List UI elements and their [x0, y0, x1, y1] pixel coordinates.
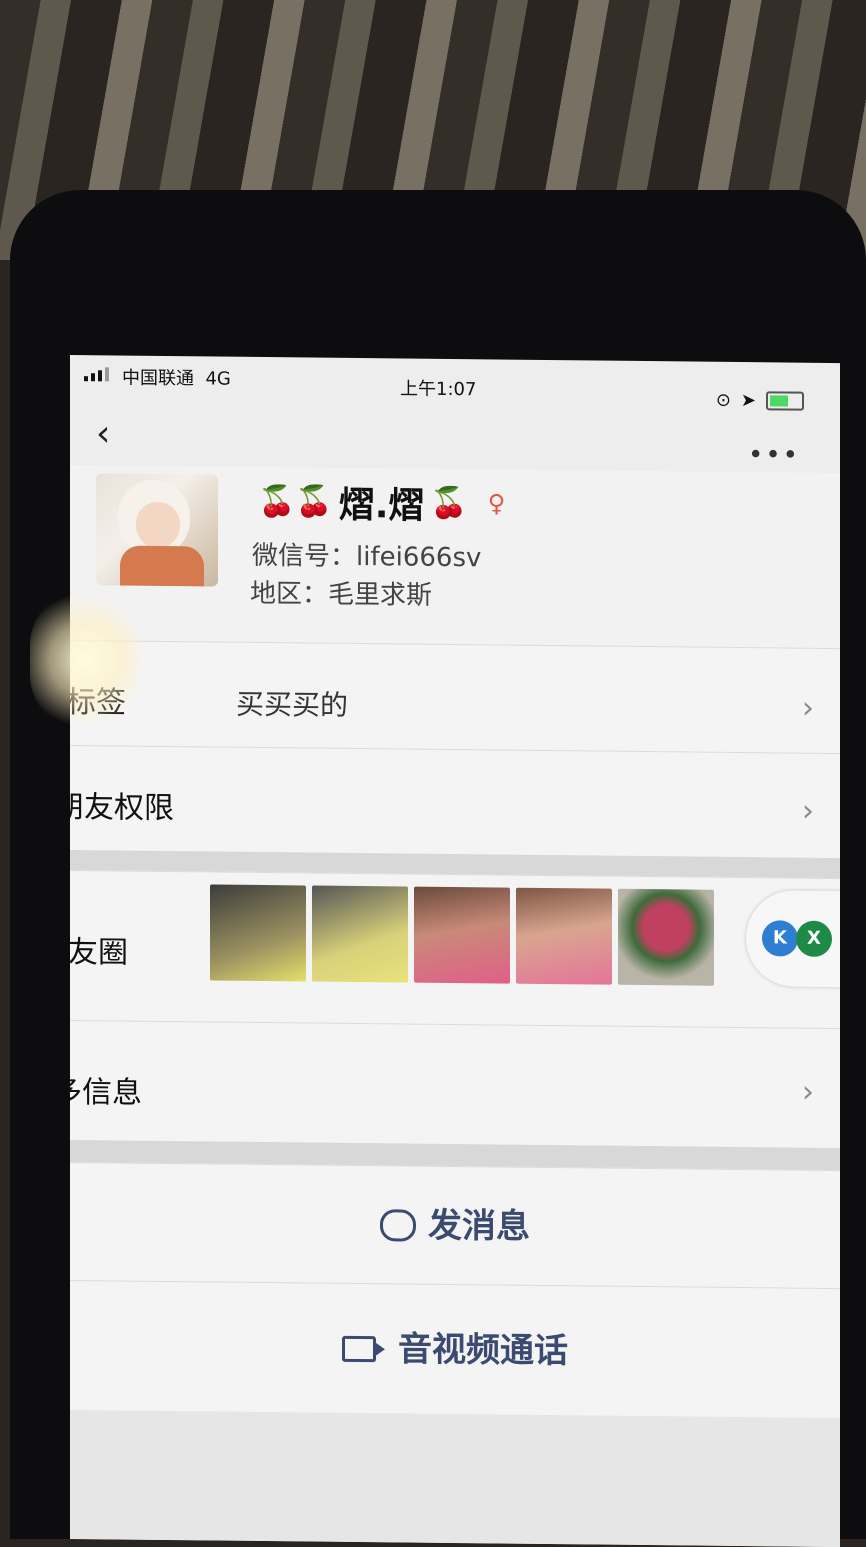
battery-icon — [766, 391, 804, 411]
status-icons: ⊙ ➤ — [716, 390, 804, 412]
more-info-row[interactable]: 更多信息 › — [70, 1020, 840, 1150]
light-glare — [30, 590, 140, 730]
rotation-lock-icon: ⊙ — [715, 389, 731, 411]
permissions-label: 朋友权限 — [70, 789, 174, 827]
clock: 上午1:07 — [400, 378, 477, 401]
carrier-label: 中国联通 4G — [122, 367, 231, 390]
region: 地区：毛里求斯 — [250, 578, 433, 611]
nickname: 熠.熠 — [338, 484, 425, 527]
moments-row[interactable]: 朋友圈 K X — [70, 870, 840, 1030]
floating-overlay-buttons: K X — [746, 890, 840, 988]
avatar[interactable] — [96, 473, 218, 587]
tag-value: 买买买的 — [236, 687, 349, 722]
moments-thumbnails — [210, 884, 714, 986]
permissions-row[interactable]: 朋友权限 › — [70, 745, 840, 860]
send-message-button[interactable]: 发消息 — [70, 1162, 840, 1290]
chevron-right-icon: › — [802, 690, 814, 726]
network-label: 4G — [205, 368, 231, 390]
chat-bubble-icon — [380, 1209, 416, 1242]
status-bar: 中国联通 4G 上午1:07 ⊙ ➤ — [70, 355, 840, 413]
x-app-button[interactable]: X — [796, 920, 832, 957]
more-info-label: 更多信息 — [70, 1074, 142, 1111]
back-button[interactable]: ‹ — [96, 413, 110, 454]
moments-thumbnail — [516, 887, 612, 985]
location-icon: ➤ — [740, 390, 756, 412]
moments-thumbnail — [618, 888, 714, 986]
signal-icon — [84, 367, 109, 382]
video-call-button[interactable]: 音视频通话 — [70, 1280, 840, 1420]
cherry-decoration-suffix: 🍒 — [430, 485, 468, 521]
chevron-right-icon: › — [802, 1074, 814, 1110]
wechat-id: 微信号：lifei666sv — [252, 540, 482, 574]
more-options-button[interactable]: ••• — [748, 440, 800, 471]
moments-thumbnail — [312, 885, 408, 983]
gender-icon: ♀ — [487, 489, 506, 518]
bottom-area — [70, 1410, 840, 1547]
k-app-button[interactable]: K — [762, 920, 798, 957]
moments-thumbnail — [414, 886, 510, 984]
wechat-profile-screen: 中国联通 4G 上午1:07 ⊙ ➤ ‹ ••• 🍒🍒 熠.熠 🍒 ♀ 微信号：… — [70, 355, 840, 1547]
cherry-decoration: 🍒🍒 — [258, 483, 333, 520]
video-call-label: 音视频通话 — [398, 1329, 568, 1372]
moments-label: 朋友圈 — [70, 934, 128, 971]
profile-header: 🍒🍒 熠.熠 🍒 ♀ 微信号：lifei666sv 地区：毛里求斯 — [70, 465, 840, 649]
moments-thumbnail — [210, 884, 306, 982]
profile-name: 🍒🍒 熠.熠 🍒 ♀ — [258, 475, 505, 530]
chevron-right-icon: › — [802, 793, 814, 829]
tag-row[interactable]: 标签 买买买的 › — [70, 640, 840, 755]
video-camera-icon — [342, 1335, 376, 1363]
send-message-label: 发消息 — [428, 1205, 530, 1247]
